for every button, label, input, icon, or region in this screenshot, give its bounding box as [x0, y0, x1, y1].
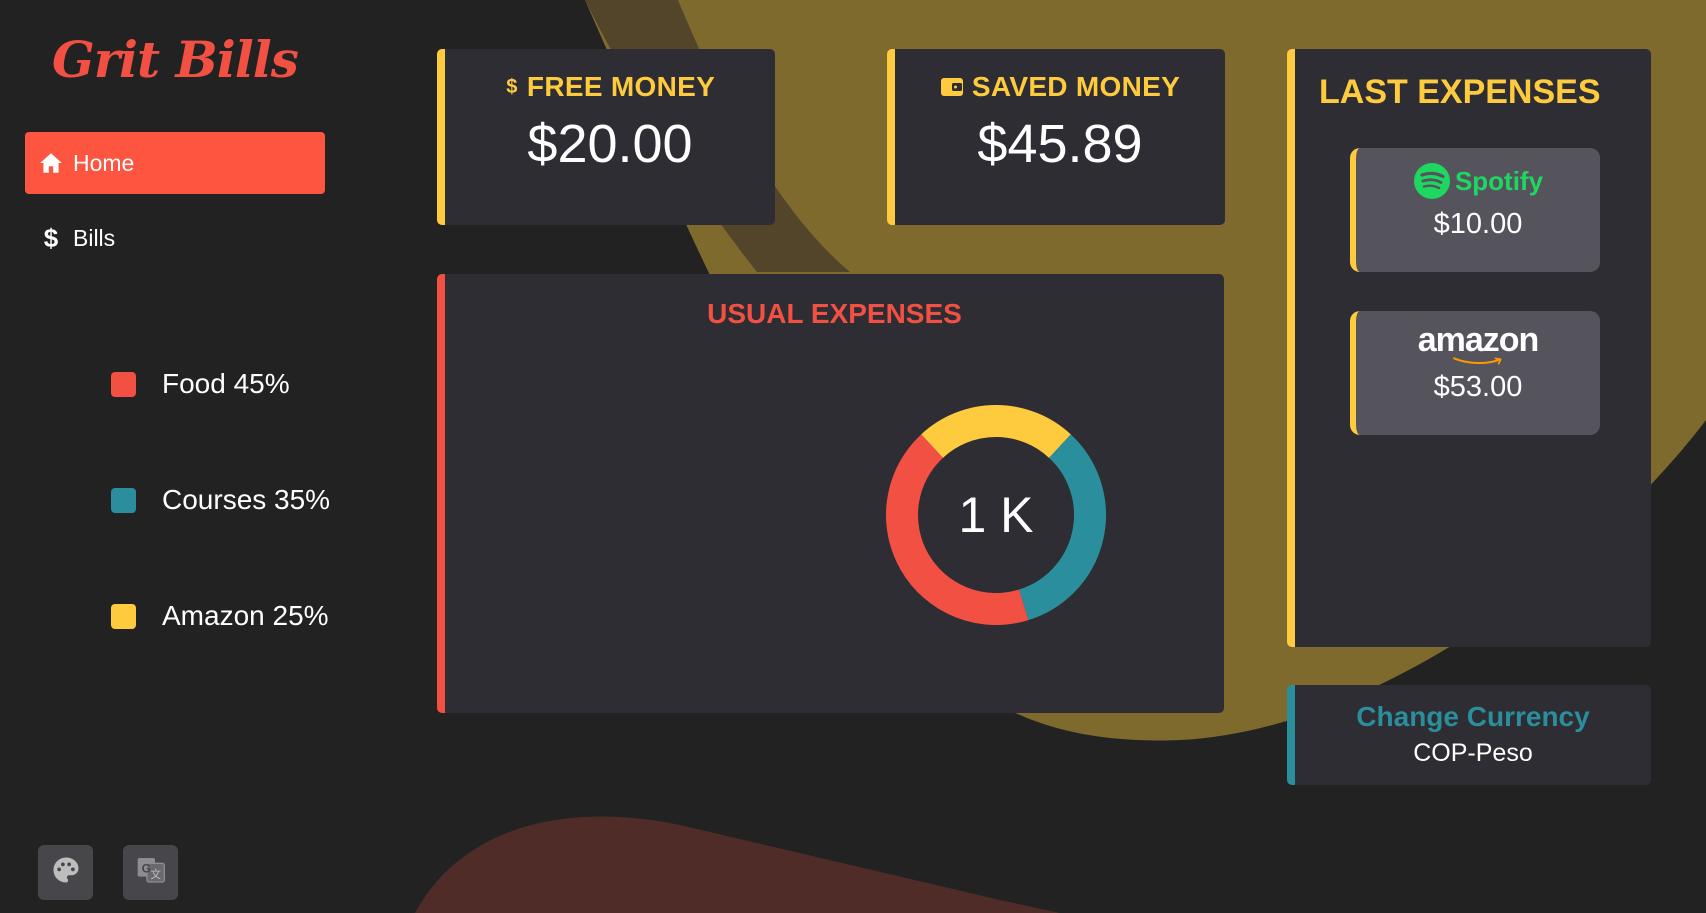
expense-amount: $10.00	[1433, 208, 1523, 240]
free-money-card: $ FREE MONEY $20.00	[437, 49, 775, 225]
legend-swatch	[111, 487, 136, 513]
sidebar-item-bills[interactable]: $ Bills	[25, 207, 325, 269]
palette-icon	[51, 855, 81, 890]
spotify-logo: Spotify	[1413, 160, 1543, 202]
last-expenses-card: LAST EXPENSES Spotify $10.00 amazon $53.…	[1287, 49, 1651, 647]
legend-label: Food 45%	[162, 368, 290, 399]
free-money-label: FREE MONEY	[526, 71, 716, 102]
sidebar-item-home[interactable]: Home	[25, 132, 325, 194]
donut-center-label: 1 K	[958, 487, 1034, 543]
expense-item-spotify[interactable]: Spotify $10.00	[1350, 148, 1600, 272]
svg-text:$: $	[44, 224, 59, 252]
legend-item-amazon: Amazon 25%	[111, 600, 329, 632]
amazon-smile-icon	[1453, 357, 1502, 365]
amazon-wordmark: amazon	[1417, 321, 1540, 359]
saved-money-value: $45.89	[977, 114, 1143, 174]
theme-palette-button[interactable]	[38, 845, 93, 900]
dollar-icon: $	[505, 75, 519, 99]
app-logo: Grit Bills	[52, 30, 299, 89]
currency-value: COP-Peso	[1413, 739, 1533, 767]
legend-item-food: Food 45%	[111, 368, 290, 400]
free-money-title: $ FREE MONEY	[505, 71, 715, 103]
legend-item-courses: Courses 35%	[111, 484, 330, 516]
free-money-value: $20.00	[527, 114, 693, 174]
home-icon	[37, 149, 65, 177]
legend-swatch	[111, 603, 136, 629]
legend-label: Amazon 25%	[162, 600, 329, 631]
translate-icon: G 文	[135, 854, 167, 891]
app-root: Grit Bills Home $ Bills G 文 $ FREE MONEY…	[0, 0, 1706, 913]
wallet-icon	[940, 76, 964, 98]
usual-expenses-title: USUAL EXPENSES	[707, 298, 962, 329]
sidebar-item-label: Home	[73, 149, 135, 176]
sidebar-item-label: Bills	[73, 224, 116, 251]
language-translate-button[interactable]: G 文	[123, 845, 178, 900]
legend-label: Courses 35%	[162, 484, 331, 515]
expense-amount: $53.00	[1433, 371, 1523, 403]
saved-money-title: SAVED MONEY	[940, 71, 1180, 103]
svg-text:文: 文	[150, 868, 161, 881]
saved-money-label: SAVED MONEY	[971, 71, 1181, 102]
change-currency-label: Change Currency	[1356, 701, 1590, 732]
change-currency-card[interactable]: Change Currency COP-Peso	[1287, 685, 1651, 785]
expense-item-amazon[interactable]: amazon $53.00	[1350, 311, 1600, 435]
spotify-wordmark: Spotify	[1454, 165, 1544, 196]
saved-money-card: SAVED MONEY $45.89	[887, 49, 1225, 225]
legend-swatch	[111, 371, 136, 397]
svg-text:$: $	[506, 76, 517, 98]
dollar-icon: $	[37, 224, 65, 252]
last-expenses-title: LAST EXPENSES	[1319, 73, 1601, 111]
spotify-icon	[1413, 163, 1450, 199]
amazon-logo: amazon	[1418, 323, 1539, 365]
